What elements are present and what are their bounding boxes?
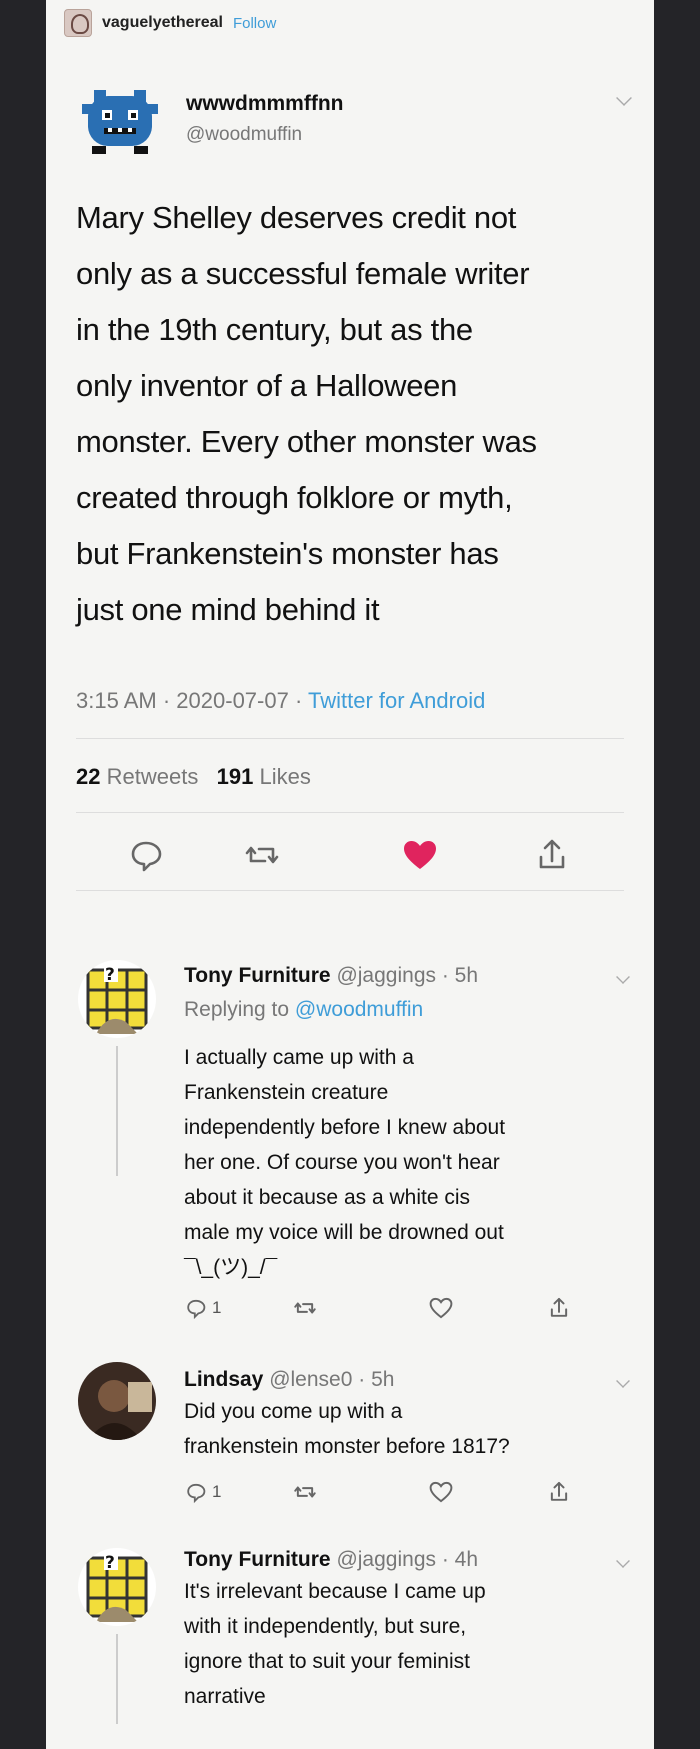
reply-text: Did you come up with a frankenstein mons… <box>184 1400 510 1458</box>
reply-button[interactable]: 1 <box>184 1293 221 1323</box>
retweet-count-link[interactable]: 22 Retweets <box>76 764 198 789</box>
share-icon[interactable] <box>532 835 572 875</box>
tweet-meta: 3:15 AM · 2020-07-07 · Twitter for Andro… <box>76 688 485 714</box>
replying-to: Replying to @woodmuffin <box>184 998 423 1022</box>
reply-button[interactable]: 1 <box>184 1477 221 1507</box>
tweet-source-link[interactable]: Twitter for Android <box>308 688 485 713</box>
share-button[interactable] <box>546 1293 572 1323</box>
avatar[interactable]: ? <box>78 1548 156 1626</box>
reply-age: · 4h <box>441 1548 479 1571</box>
avatar[interactable]: ? <box>78 960 156 1038</box>
tumblr-header: vaguelyethereal Follow <box>64 8 276 38</box>
share-button[interactable] <box>546 1477 572 1507</box>
display-name[interactable]: wwwdmmmffnn <box>186 92 344 116</box>
reply-text: I actually came up with a Frankenstein c… <box>184 1046 506 1279</box>
retweet-button[interactable] <box>292 1293 318 1323</box>
heart-icon <box>429 1297 453 1319</box>
likes-label: Likes <box>259 764 311 789</box>
reply-count: 1 <box>212 1298 222 1317</box>
follow-button[interactable]: Follow <box>233 15 276 32</box>
chevron-down-icon[interactable] <box>616 1554 630 1568</box>
retweet-icon <box>294 1486 316 1498</box>
reply-icon <box>187 1299 206 1320</box>
share-icon <box>550 1297 568 1317</box>
retweet-icon <box>294 1302 316 1314</box>
chevron-down-icon[interactable] <box>616 90 632 106</box>
divider <box>76 738 624 739</box>
tweet-time: 3:15 AM <box>76 688 157 713</box>
reply-author-handle[interactable]: @jaggings <box>336 964 436 987</box>
chevron-down-icon[interactable] <box>616 970 630 984</box>
heart-filled-icon[interactable] <box>400 835 440 875</box>
reply-age: · 5h <box>441 964 479 987</box>
reply-author-name[interactable]: Lindsay <box>184 1368 263 1391</box>
replying-to-link[interactable]: @woodmuffin <box>295 998 423 1021</box>
reply-author-name[interactable]: Tony Furniture <box>184 964 331 987</box>
reply-header: Tony Furniture @jaggings · 5h <box>184 964 478 988</box>
retweets-label: Retweets <box>106 764 199 789</box>
tumblr-username[interactable]: vaguelyethereal <box>102 14 223 32</box>
chevron-down-icon[interactable] <box>616 1374 630 1388</box>
divider <box>76 890 624 891</box>
tweet-stats: 22 Retweets 191 Likes <box>76 764 311 790</box>
tweet-actions <box>46 835 654 875</box>
reply-header: Lindsay @lense0 · 5h <box>184 1368 394 1392</box>
post-frame: vaguelyethereal Follow wwwdmmmffnn @wood… <box>46 0 654 1749</box>
svg-text:?: ? <box>105 965 115 985</box>
user-handle[interactable]: @woodmuffin <box>186 124 302 146</box>
reply-text: It's irrelevant because I came up with i… <box>184 1580 486 1708</box>
thread-line <box>116 1634 118 1724</box>
tweet-header: wwwdmmmffnn @woodmuffin <box>78 70 638 170</box>
reply-author-name[interactable]: Tony Furniture <box>184 1548 331 1571</box>
thread-line <box>116 1046 118 1176</box>
meta-separator: · <box>162 688 177 713</box>
reply-actions: 1 <box>184 1293 614 1323</box>
replying-prefix: Replying to <box>184 998 290 1021</box>
reply-age: · 5h <box>358 1368 395 1391</box>
reply-author-handle[interactable]: @lense0 <box>269 1368 352 1391</box>
divider <box>76 812 624 813</box>
meta-separator: · <box>294 688 309 713</box>
retweet-icon[interactable] <box>242 835 282 875</box>
avatar[interactable] <box>78 74 162 158</box>
retweets-count: 22 <box>76 764 101 789</box>
likes-count-link[interactable]: 191 Likes <box>217 764 311 789</box>
reply-header: Tony Furniture @jaggings · 4h <box>184 1548 478 1572</box>
retweet-button[interactable] <box>292 1477 318 1507</box>
tweet-text: Mary Shelley deserves credit not only as… <box>76 200 537 627</box>
avatar[interactable] <box>78 1362 156 1440</box>
reply-actions: 1 <box>184 1477 614 1507</box>
reply-icon[interactable] <box>126 835 166 875</box>
share-icon <box>550 1481 568 1501</box>
reply-icon <box>187 1483 206 1504</box>
reply-count: 1 <box>212 1482 222 1501</box>
tumblr-avatar[interactable] <box>64 9 92 37</box>
svg-text:?: ? <box>105 1553 115 1573</box>
heart-icon <box>429 1481 453 1503</box>
reply-author-handle[interactable]: @jaggings <box>336 1548 436 1571</box>
like-button[interactable] <box>428 1293 454 1323</box>
tweet-date: 2020-07-07 <box>176 688 289 713</box>
like-button[interactable] <box>428 1477 454 1507</box>
likes-count: 191 <box>216 764 254 789</box>
